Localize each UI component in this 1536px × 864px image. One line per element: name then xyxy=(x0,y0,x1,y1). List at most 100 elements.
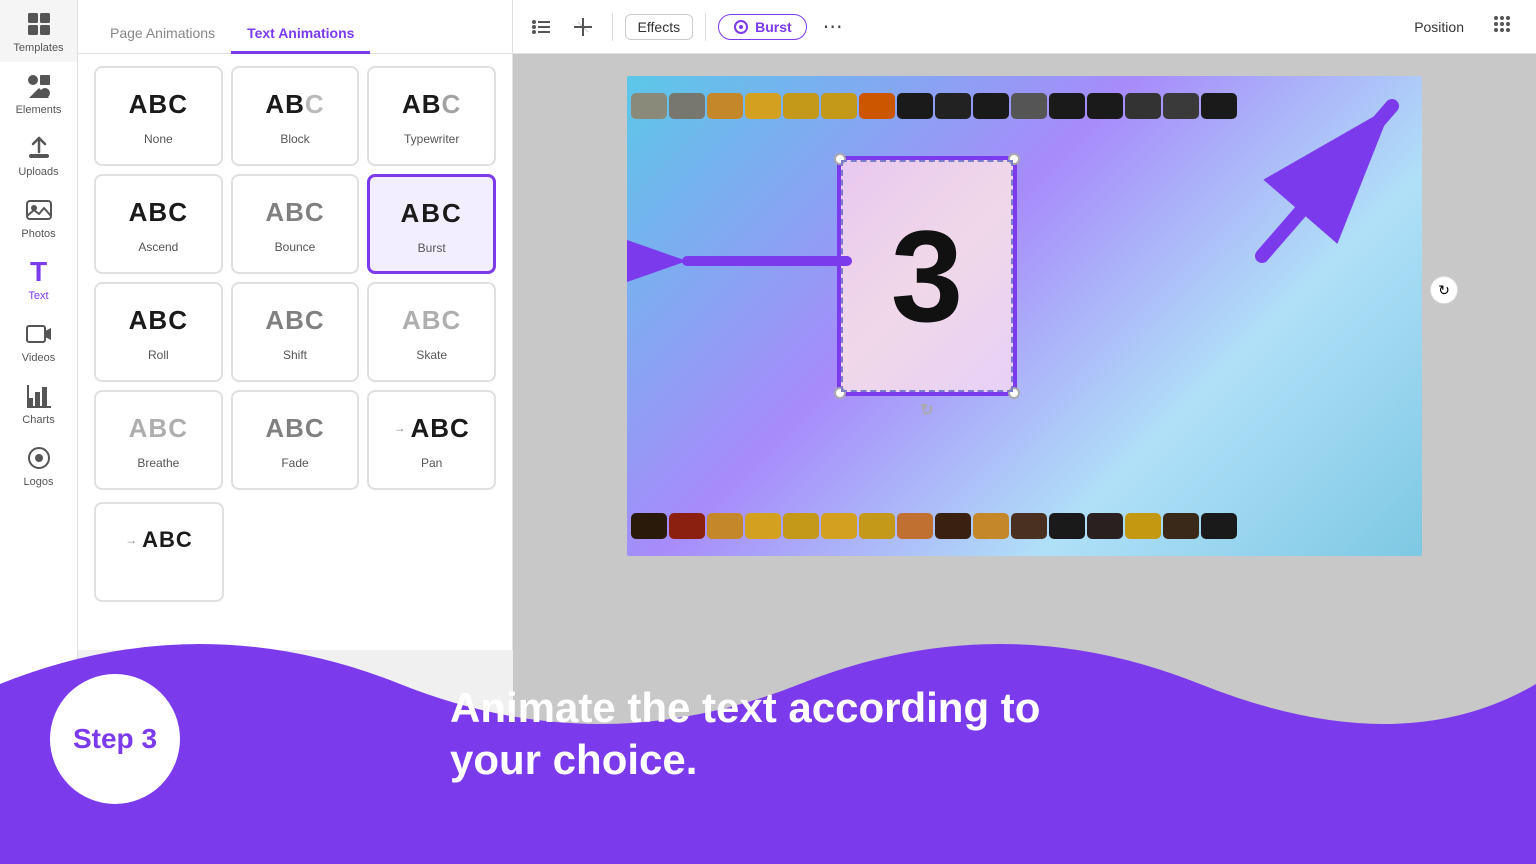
position-button[interactable]: Position xyxy=(1402,15,1476,39)
tab-text-animations[interactable]: Text Animations xyxy=(231,15,370,54)
filmstrip-bottom xyxy=(627,496,1422,556)
grid-button[interactable] xyxy=(1484,10,1520,43)
strip-collapse-button[interactable]: ▾ xyxy=(1010,751,1040,765)
more-options-button[interactable]: ⋯ xyxy=(815,10,853,43)
anim-preview-block: ABC xyxy=(265,80,324,128)
canvas-area: 3 ↻ xyxy=(513,54,1536,864)
divider-3 xyxy=(612,13,613,41)
anim-label-burst: Burst xyxy=(418,241,446,255)
sidebar-item-logos[interactable]: Logos xyxy=(0,434,77,496)
photos-icon xyxy=(25,196,53,224)
canvas-number: 3 xyxy=(891,201,963,351)
film-hole xyxy=(973,513,1009,539)
effects-button[interactable]: Effects xyxy=(625,14,694,40)
anim-label-typewriter: Typewriter xyxy=(404,132,459,146)
anim-preview-typewriter: ABC xyxy=(402,80,461,128)
film-hole xyxy=(935,93,971,119)
anim-card-extra[interactable]: →ABC xyxy=(94,502,224,602)
sidebar-item-photos[interactable]: Photos xyxy=(0,186,77,248)
anim-label-shift: Shift xyxy=(283,348,307,362)
anim-card-breathe[interactable]: ABC Breathe xyxy=(94,390,223,490)
elements-icon xyxy=(25,72,53,100)
film-hole xyxy=(1163,513,1199,539)
anim-preview-skate: ABC xyxy=(402,296,461,344)
anim-card-block[interactable]: ABC Block xyxy=(231,66,360,166)
anim-label-fade: Fade xyxy=(281,456,308,470)
film-hole xyxy=(1201,513,1237,539)
anim-preview-burst: ABC xyxy=(400,189,462,237)
step3-label: Step 3 xyxy=(73,723,157,755)
animation-grid: ABC None ABC Block ABC Typewriter ABC As… xyxy=(78,54,512,502)
film-hole xyxy=(859,513,895,539)
anim-card-pan[interactable]: →ABC Pan xyxy=(367,390,496,490)
tab-page-animations[interactable]: Page Animations xyxy=(94,15,231,54)
sidebar-item-charts[interactable]: Charts xyxy=(0,372,77,434)
film-hole xyxy=(669,93,705,119)
slide-thumb-1[interactable]: 3 xyxy=(529,782,617,848)
film-hole xyxy=(973,93,1009,119)
film-hole xyxy=(821,513,857,539)
anim-card-bounce[interactable]: ABC Bounce xyxy=(231,174,360,274)
anim-preview-roll: ABC xyxy=(129,296,188,344)
film-hole xyxy=(821,93,857,119)
anim-card-none[interactable]: ABC None xyxy=(94,66,223,166)
film-hole xyxy=(707,93,743,119)
film-hole xyxy=(1011,513,1047,539)
sidebar-item-text[interactable]: T Text xyxy=(0,248,77,310)
anim-card-typewriter[interactable]: ABC Typewriter xyxy=(367,66,496,166)
anim-preview-pan: →ABC xyxy=(393,404,469,452)
canvas-background[interactable]: 3 ↻ xyxy=(627,76,1422,556)
film-hole xyxy=(1125,93,1161,119)
film-hole xyxy=(783,513,819,539)
list-button[interactable] xyxy=(524,16,558,38)
film-hole xyxy=(707,513,743,539)
sidebar-item-uploads[interactable]: Uploads xyxy=(0,124,77,186)
film-hole xyxy=(859,93,895,119)
videos-label: Videos xyxy=(22,352,55,364)
slide-strip: ▾ 3 xyxy=(513,764,1536,864)
partial-card-row: →ABC xyxy=(78,502,512,602)
selection-handle-tr xyxy=(1008,153,1020,165)
anim-label-ascend: Ascend xyxy=(138,240,178,254)
rotate-handle[interactable]: ↻ xyxy=(920,400,933,420)
canvas-wrapper: 3 ↻ xyxy=(627,76,1422,556)
film-hole xyxy=(1125,513,1161,539)
anim-card-skate[interactable]: ABC Skate xyxy=(367,282,496,382)
anim-preview-none: ABC xyxy=(129,80,188,128)
sidebar-item-templates[interactable]: Templates xyxy=(0,0,77,62)
anim-card-ascend[interactable]: ABC Ascend xyxy=(94,174,223,274)
film-hole xyxy=(1087,93,1123,119)
templates-label: Templates xyxy=(13,42,63,54)
anim-label-skate: Skate xyxy=(416,348,447,362)
spacing-button[interactable] xyxy=(566,14,600,40)
film-hole xyxy=(783,93,819,119)
film-hole xyxy=(745,93,781,119)
anim-preview-fade: ABC xyxy=(265,404,324,452)
burst-animation-button[interactable]: Burst xyxy=(718,14,807,40)
number-card[interactable]: 3 ↻ xyxy=(837,156,1017,396)
charts-icon xyxy=(25,382,53,410)
text-icon: T xyxy=(25,258,53,286)
collapse-handle[interactable]: ▾ xyxy=(910,746,940,764)
film-hole xyxy=(1011,93,1047,119)
slide-thumb-2[interactable] xyxy=(625,782,713,848)
film-hole xyxy=(669,513,705,539)
sidebar-item-videos[interactable]: Videos xyxy=(0,310,77,372)
photos-label: Photos xyxy=(21,228,55,240)
anim-card-shift[interactable]: ABC Shift xyxy=(231,282,360,382)
anim-preview-breathe: ABC xyxy=(129,404,188,452)
canvas-refresh-button[interactable]: ↻ xyxy=(1430,276,1458,304)
film-hole xyxy=(1049,93,1085,119)
anim-label-none: None xyxy=(144,132,173,146)
anim-card-burst[interactable]: ABC Burst xyxy=(367,174,496,274)
templates-icon xyxy=(25,10,53,38)
anim-card-fade[interactable]: ABC Fade xyxy=(231,390,360,490)
sidebar-item-elements[interactable]: Elements xyxy=(0,62,77,124)
logos-label: Logos xyxy=(24,476,54,488)
step3-circle: Step 3 xyxy=(50,674,180,804)
videos-icon xyxy=(25,320,53,348)
more-button[interactable]: ··· xyxy=(30,819,48,864)
uploads-label: Uploads xyxy=(18,166,58,178)
film-hole xyxy=(935,513,971,539)
anim-card-roll[interactable]: ABC Roll xyxy=(94,282,223,382)
